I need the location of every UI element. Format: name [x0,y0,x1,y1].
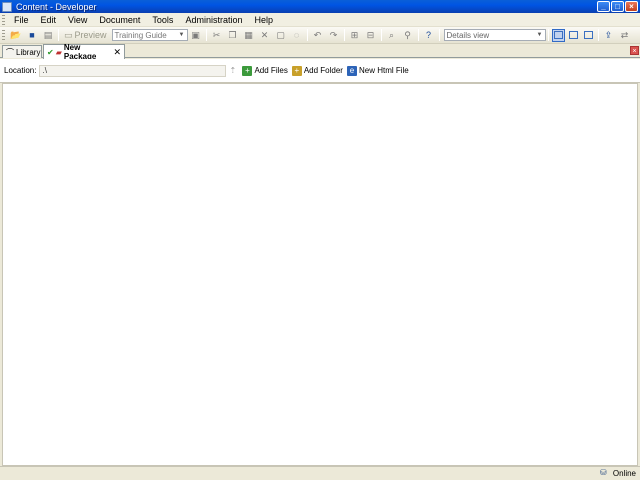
toolbar-separator [380,29,382,41]
tab-library[interactable]: ⌒ Library [2,45,42,58]
refresh-icon[interactable]: ◌ [291,29,303,41]
location-bar: Location: .\ ⇡ + Add Files + Add Folder … [0,59,640,83]
location-label: Location: [4,66,37,75]
tab-library-label: Library [16,47,41,57]
package-content-area[interactable] [2,83,638,466]
window-controls: _ □ × [597,1,638,12]
maximize-button[interactable]: □ [611,1,624,12]
toolbar-separator [438,29,440,41]
new-html-file-icon: e [346,65,357,76]
view-selector[interactable]: Details view ▼ [443,29,546,41]
location-value: .\ [42,66,47,75]
close-button[interactable]: × [625,1,638,12]
menu-administration[interactable]: Administration [179,13,248,27]
guide-selector[interactable]: Training Guide ▼ [111,29,188,41]
menu-tools[interactable]: Tools [146,13,179,27]
toolbar-separator [205,29,207,41]
copy-icon[interactable]: ❐ [227,29,239,41]
undo-icon[interactable]: ↶ [312,29,324,41]
outdent-icon[interactable]: ⊟ [365,29,377,41]
grip-handle[interactable] [2,14,5,25]
save-icon[interactable]: ■ [26,29,38,41]
view-value: Details view [446,30,490,40]
add-folder-button[interactable]: + Add Folder [291,65,343,76]
menu-view[interactable]: View [62,13,93,27]
checkmark-icon: ✔ [47,47,54,57]
add-folder-icon: + [291,65,302,76]
location-input[interactable]: .\ [39,64,227,77]
toolbar-separator [306,29,308,41]
publish-icon[interactable]: ⇪ [603,29,615,41]
toolbar-grip[interactable] [2,30,5,40]
network-icon: ⛁ [599,468,607,477]
menu-edit[interactable]: Edit [35,13,63,27]
title-bar[interactable]: Content - Developer _ □ × [0,0,640,13]
open-folder-icon[interactable]: 📂 [10,29,22,41]
delete-icon[interactable]: ✕ [259,29,271,41]
new-html-file-button[interactable]: e New Html File [346,65,409,76]
toolbar-separator [58,29,59,41]
app-icon [2,1,12,12]
tab-close-icon[interactable]: ✕ [113,47,121,58]
stop-icon[interactable]: ▣ [190,29,202,41]
add-folder-label: Add Folder [303,66,343,75]
redo-icon[interactable]: ↷ [328,29,340,41]
menu-document[interactable]: Document [93,13,146,27]
minimize-button[interactable]: _ [597,1,610,12]
indent-icon[interactable]: ⊞ [349,29,361,41]
add-files-button[interactable]: + Add Files [242,65,288,76]
toolbar-separator [547,29,549,41]
tab-new-package[interactable]: ✔ ▰ New Package ✕ [43,43,125,61]
toolbar: 📂 ■ ▤ ▭ Preview Training Guide ▼ ▣ ✂ ❐ ▦… [0,27,640,44]
toolbar-separator [597,29,599,41]
toolbar-separator [343,29,345,41]
guide-value: Training Guide [114,30,167,40]
print-icon[interactable]: ▤ [42,29,54,41]
help-icon[interactable]: ? [423,29,435,41]
layout-vertical-split-icon[interactable] [582,29,595,42]
preview-label: Preview [74,30,107,40]
up-folder-icon[interactable]: ⇡ [229,66,238,76]
new-html-file-label: New Html File [358,66,409,75]
cut-icon[interactable]: ✂ [211,29,223,41]
online-status: ⛁ Online [600,468,636,478]
sync-icon[interactable]: ⇄ [619,29,631,41]
toolbar-separator [417,29,419,41]
menu-bar: File Edit View Document Tools Administra… [0,13,640,27]
layout-single-pane-icon[interactable] [551,28,565,42]
chevron-down-icon: ▼ [178,32,185,38]
filter-icon[interactable]: ⚲ [402,29,414,41]
online-label: Online [612,468,636,478]
preview-icon: ▭ [64,29,73,40]
add-files-icon: + [242,65,253,76]
add-files-label: Add Files [254,66,288,75]
status-bar: ⛁ Online [0,466,640,480]
find-icon[interactable]: ⌕ [386,29,398,41]
menu-file[interactable]: File [8,13,35,27]
properties-icon[interactable]: ▢ [275,29,287,41]
close-document-icon[interactable]: × [630,46,639,55]
library-icon: ⌒ [6,47,14,57]
window-title: Content - Developer [16,1,97,12]
paste-icon[interactable]: ▦ [243,29,255,41]
menu-help[interactable]: Help [248,13,279,27]
package-icon: ▰ [55,47,62,57]
chevron-down-icon: ▼ [536,32,543,38]
layout-horizontal-split-icon[interactable] [567,29,580,42]
preview-button[interactable]: ▭ Preview [61,30,110,41]
document-tab-strip: ⌒ Library ✔ ▰ New Package ✕ × [0,43,640,61]
